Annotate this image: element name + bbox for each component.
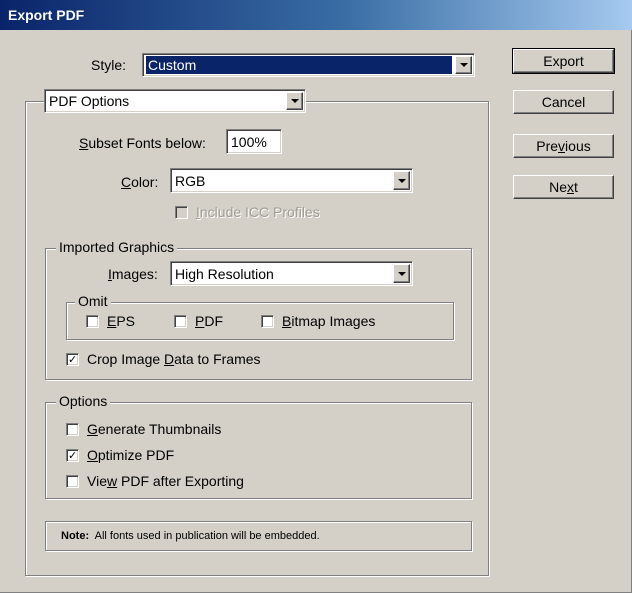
images-dropdown-arrow[interactable] [393, 264, 410, 283]
optimize-pdf-label: Optimize PDF [87, 447, 175, 463]
previous-button[interactable]: Previous [513, 134, 614, 158]
pdf-options-dropdown-value: PDF Options [49, 93, 130, 109]
omit-pdf-checkbox[interactable] [174, 315, 187, 328]
images-dropdown-value: High Resolution [175, 265, 274, 282]
images-dropdown[interactable]: High Resolution [170, 261, 413, 286]
export-button[interactable]: Export [512, 48, 615, 74]
export-pdf-dialog: Export PDF Style: Custom PDF Options Sub… [0, 0, 632, 593]
color-dropdown[interactable]: RGB [170, 168, 413, 193]
imported-graphics-legend: Imported Graphics [56, 239, 178, 255]
subset-fonts-label: Subset Fonts below: [79, 135, 206, 151]
generate-thumbnails-checkbox[interactable] [66, 423, 79, 436]
note-message: All fonts used in publication will be em… [94, 530, 320, 542]
omit-pdf-label: PDF [195, 313, 224, 329]
chevron-down-icon [397, 271, 406, 276]
view-pdf-after-label: View PDF after Exporting [87, 473, 244, 489]
include-icc-checkbox[interactable] [175, 206, 188, 219]
style-dropdown-value: Custom [146, 56, 452, 74]
omit-eps-checkbox[interactable] [86, 315, 99, 328]
pdf-options-dropdown-arrow[interactable] [286, 92, 303, 110]
chevron-down-icon [459, 63, 468, 67]
style-dropdown-arrow[interactable] [455, 56, 472, 74]
style-label: Style: [91, 57, 127, 73]
chevron-down-icon [290, 99, 299, 103]
color-label: Color: [121, 174, 159, 190]
checkmark-icon: ✓ [68, 449, 78, 462]
next-button[interactable]: Next [513, 175, 614, 199]
note-box: Note: All fonts used in publication will… [45, 521, 472, 551]
images-label: Images: [108, 266, 158, 282]
crop-image-checkbox[interactable]: ✓ [66, 353, 79, 366]
style-dropdown[interactable]: Custom [142, 53, 475, 77]
omit-eps-label: EPS [107, 313, 136, 329]
crop-image-label: Crop Image Data to Frames [87, 351, 261, 367]
options-legend: Options [56, 393, 111, 409]
cancel-button[interactable]: Cancel [513, 90, 614, 114]
checkmark-icon: ✓ [68, 353, 78, 366]
subset-fonts-input[interactable]: 100% [226, 129, 282, 154]
generate-thumbnails-label: Generate Thumbnails [87, 421, 222, 437]
title-bar[interactable]: Export PDF [0, 0, 632, 30]
color-dropdown-value: RGB [175, 172, 206, 189]
pdf-options-dropdown[interactable]: PDF Options [44, 89, 306, 113]
omit-bitmap-checkbox[interactable] [261, 315, 274, 328]
note-text: Note: All fonts used in publication will… [61, 528, 320, 544]
view-pdf-after-checkbox[interactable] [66, 475, 79, 488]
chevron-down-icon [397, 178, 406, 183]
color-dropdown-arrow[interactable] [393, 171, 410, 190]
optimize-pdf-checkbox[interactable]: ✓ [66, 449, 79, 462]
window-title: Export PDF [8, 7, 85, 23]
note-bold: Note: [61, 530, 90, 542]
include-icc-label: Include ICC Profiles [196, 204, 320, 220]
omit-legend: Omit [75, 293, 111, 309]
subset-fonts-value: 100% [231, 134, 267, 150]
omit-bitmap-label: Bitmap Images [282, 313, 376, 329]
